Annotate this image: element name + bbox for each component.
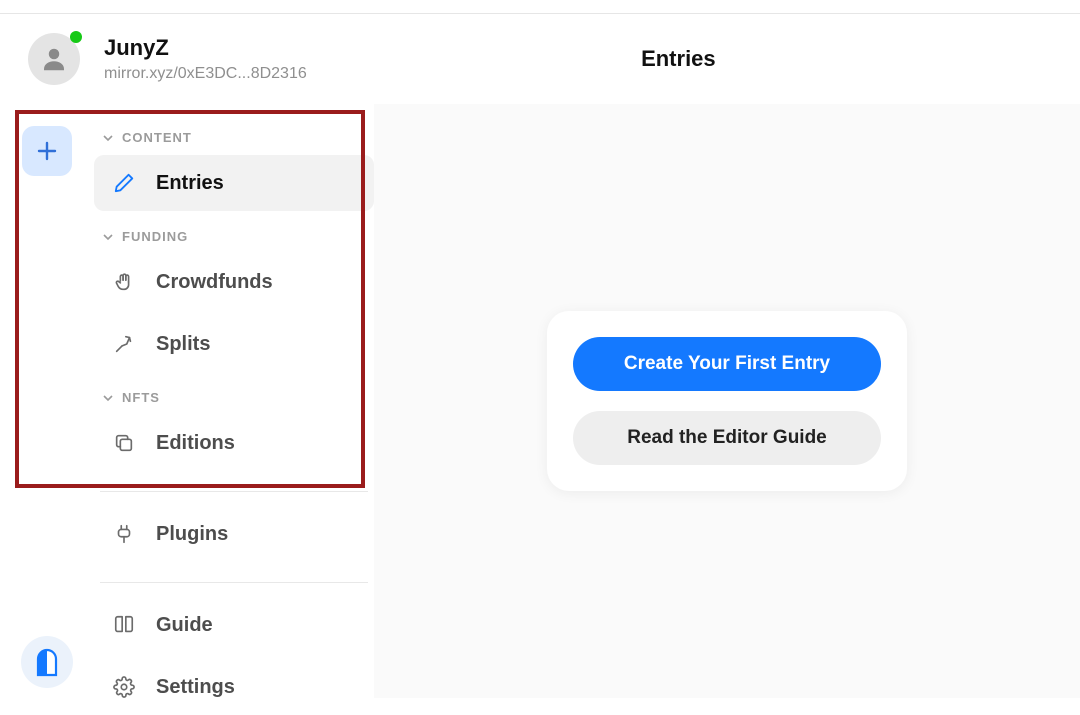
left-rail bbox=[0, 104, 94, 698]
profile-address: mirror.xyz/0xE3DC...8D2316 bbox=[104, 65, 307, 83]
read-editor-guide-button[interactable]: Read the Editor Guide bbox=[573, 411, 881, 465]
mirror-logo-button[interactable] bbox=[21, 636, 73, 688]
chevron-down-icon bbox=[102, 392, 114, 404]
sidebar: CONTENT Entries FUNDING Crowdfunds bbox=[94, 104, 374, 698]
sidebar-item-crowdfunds[interactable]: Crowdfunds bbox=[94, 254, 374, 310]
sidebar-item-editions[interactable]: Editions bbox=[94, 415, 374, 471]
top-divider bbox=[0, 0, 1080, 14]
mirror-logo-icon bbox=[35, 647, 59, 677]
section-label: FUNDING bbox=[122, 229, 188, 244]
sidebar-item-label: Settings bbox=[156, 676, 235, 699]
section-nfts[interactable]: NFTS bbox=[94, 378, 374, 415]
person-icon bbox=[39, 44, 69, 74]
sidebar-item-entries[interactable]: Entries bbox=[94, 155, 374, 211]
page-title: Entries bbox=[307, 46, 1080, 72]
status-dot-icon bbox=[70, 31, 82, 43]
gear-icon bbox=[112, 675, 136, 699]
sidebar-item-plugins[interactable]: Plugins bbox=[94, 506, 374, 562]
sidebar-item-label: Entries bbox=[156, 172, 224, 195]
create-first-entry-button[interactable]: Create Your First Entry bbox=[573, 337, 881, 391]
divider bbox=[100, 582, 368, 583]
onboarding-card: Create Your First Entry Read the Editor … bbox=[547, 311, 907, 491]
sidebar-item-label: Guide bbox=[156, 614, 213, 637]
plug-icon bbox=[112, 522, 136, 546]
avatar[interactable] bbox=[28, 33, 80, 85]
section-content[interactable]: CONTENT bbox=[94, 118, 374, 155]
copy-icon bbox=[112, 431, 136, 455]
sidebar-item-label: Plugins bbox=[156, 523, 228, 546]
profile-name: JunyZ bbox=[104, 35, 307, 61]
section-label: NFTS bbox=[122, 390, 160, 405]
chevron-down-icon bbox=[102, 132, 114, 144]
pencil-icon bbox=[112, 171, 136, 195]
section-funding[interactable]: FUNDING bbox=[94, 217, 374, 254]
sidebar-item-settings[interactable]: Settings bbox=[94, 659, 374, 715]
sidebar-item-splits[interactable]: Splits bbox=[94, 316, 374, 372]
header: JunyZ mirror.xyz/0xE3DC...8D2316 Entries bbox=[0, 14, 1080, 104]
section-label: CONTENT bbox=[122, 130, 192, 145]
sidebar-item-label: Editions bbox=[156, 432, 235, 455]
divider bbox=[100, 491, 368, 492]
plus-icon bbox=[35, 139, 59, 163]
sidebar-item-label: Crowdfunds bbox=[156, 271, 273, 294]
hand-icon bbox=[112, 270, 136, 294]
book-icon bbox=[112, 613, 136, 637]
profile-info: JunyZ mirror.xyz/0xE3DC...8D2316 bbox=[104, 35, 307, 83]
sidebar-item-label: Splits bbox=[156, 333, 210, 356]
new-button[interactable] bbox=[22, 126, 72, 176]
main-content: Create Your First Entry Read the Editor … bbox=[374, 104, 1080, 698]
split-icon bbox=[112, 332, 136, 356]
chevron-down-icon bbox=[102, 231, 114, 243]
sidebar-item-guide[interactable]: Guide bbox=[94, 597, 374, 653]
